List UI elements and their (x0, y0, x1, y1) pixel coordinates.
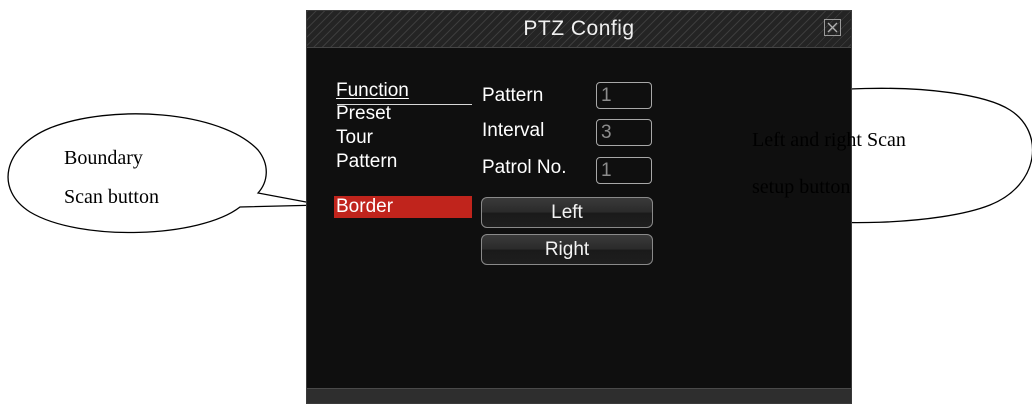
close-icon[interactable] (824, 19, 841, 36)
boundary-callout-line1: Boundary (64, 147, 143, 169)
boundary-callout-bubble (7, 113, 323, 234)
interval-label: Interval (482, 120, 545, 141)
menu-item-pattern[interactable]: Pattern (334, 151, 454, 173)
scan-callout-line2: setup button (752, 176, 851, 198)
menu-item-tour[interactable]: Tour (334, 127, 454, 149)
boundary-callout-line2: Scan button (64, 186, 159, 208)
menu-item-function[interactable]: Function (334, 80, 472, 102)
title-bar: PTZ Config (307, 11, 851, 48)
patrol-no-label: Patrol No. (482, 157, 567, 178)
ptz-config-dialog: PTZ Config Function Preset Tour Pattern … (306, 10, 852, 404)
left-button[interactable]: Left (481, 197, 653, 228)
menu-item-border[interactable]: Border (334, 196, 472, 218)
dialog-title: PTZ Config (523, 17, 635, 40)
menu-item-preset[interactable]: Preset (334, 103, 454, 125)
scan-callout-line1: Left and right Scan (752, 129, 906, 151)
bottom-bar (307, 388, 851, 403)
pattern-label: Pattern (482, 85, 544, 106)
pattern-input[interactable]: 1 (596, 82, 652, 109)
right-button[interactable]: Right (481, 234, 653, 265)
patrol-no-input[interactable]: 1 (596, 157, 652, 184)
interval-input[interactable]: 3 (596, 119, 652, 146)
